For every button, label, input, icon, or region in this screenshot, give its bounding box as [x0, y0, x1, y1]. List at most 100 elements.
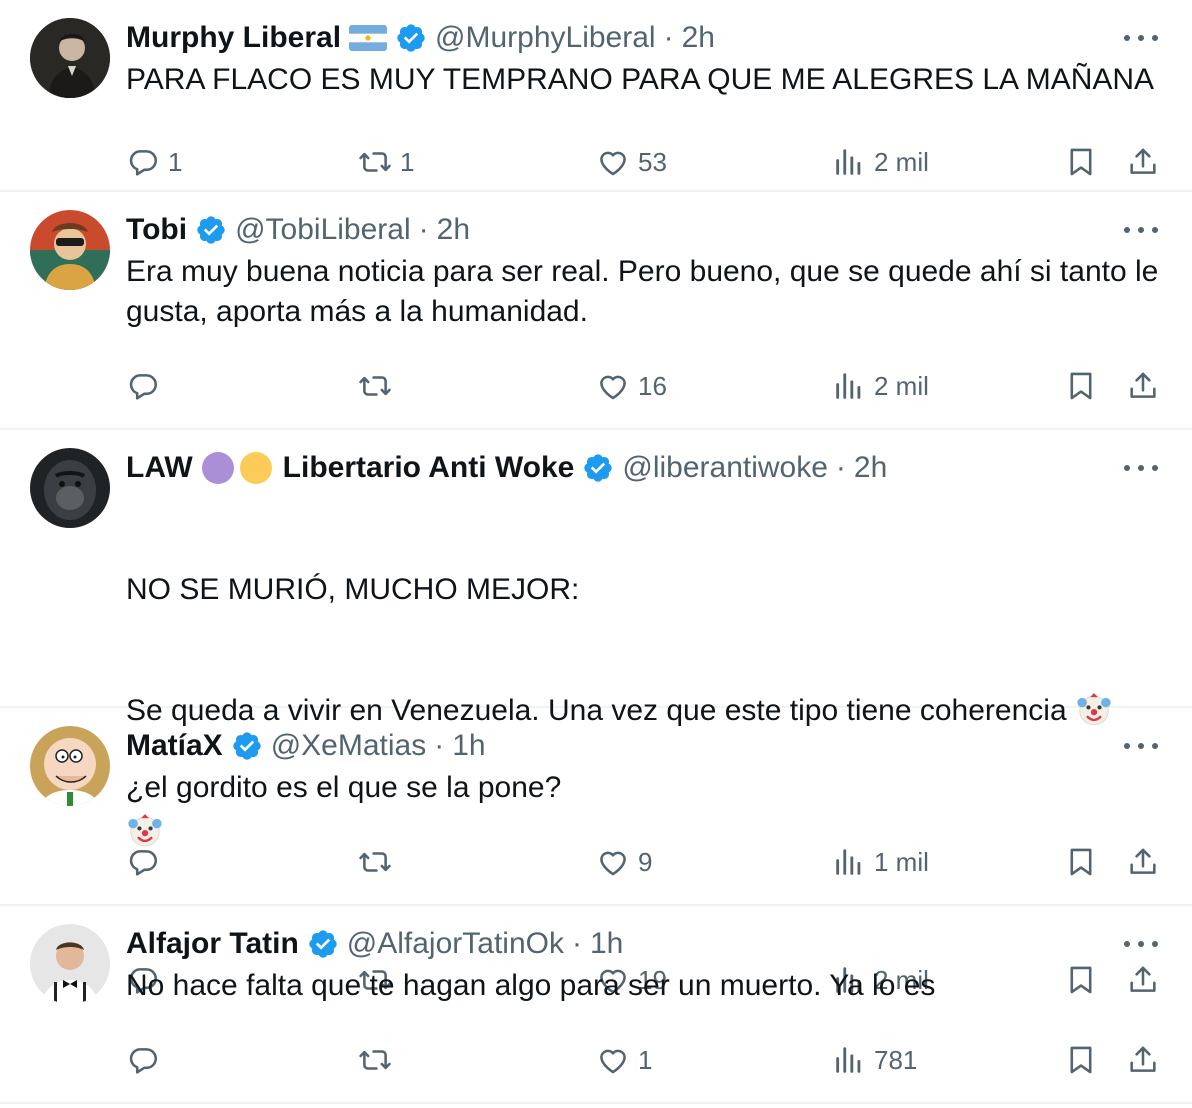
bookmark-button[interactable]	[1064, 1030, 1098, 1090]
bookmark-icon	[1064, 845, 1098, 879]
tweet[interactable]: Tobi @TobiLiberal · 2h Era muy buena not…	[0, 192, 1192, 430]
retweet-icon	[358, 845, 392, 879]
retweet-icon	[358, 145, 392, 179]
views-button[interactable]: 2 mil	[832, 356, 929, 416]
reply-icon	[126, 845, 160, 879]
timestamp[interactable]: 2h	[682, 21, 715, 55]
views-button[interactable]: 781	[832, 1030, 917, 1090]
reply-button[interactable]	[126, 1030, 168, 1090]
reply-icon	[126, 145, 160, 179]
avatar[interactable]	[30, 924, 110, 1004]
bookmark-icon	[1064, 145, 1098, 179]
yellow-circle-icon	[239, 451, 273, 485]
retweet-icon	[358, 369, 392, 403]
verified-badge-icon[interactable]	[307, 928, 339, 960]
retweet-icon	[358, 1043, 392, 1077]
more-options-button[interactable]	[1124, 934, 1158, 954]
like-button[interactable]: 9	[596, 832, 652, 892]
tweet[interactable]: Alfajor Tatin @AlfajorTatinOk · 1h No ha…	[0, 906, 1192, 1104]
tweet[interactable]: Murphy Liberal @MurphyLiberal · 2h PARA …	[0, 0, 1192, 192]
views-button[interactable]: 1 mil	[832, 832, 929, 892]
share-button[interactable]	[1126, 132, 1160, 192]
flag-argentina-icon	[349, 25, 388, 51]
separator: ·	[835, 451, 846, 484]
author-handle[interactable]: @XeMatias	[271, 729, 427, 763]
reply-icon	[126, 369, 160, 403]
author-name[interactable]: Tobi	[126, 213, 187, 247]
timestamp[interactable]: 2h	[854, 451, 887, 485]
bookmark-button[interactable]	[1064, 832, 1098, 892]
author-handle[interactable]: @liberantiwoke	[622, 451, 828, 485]
avatar[interactable]	[30, 18, 110, 98]
more-options-button[interactable]	[1124, 220, 1158, 240]
reply-button[interactable]	[126, 832, 168, 892]
separator: ·	[663, 21, 674, 54]
tweet-text: ¿el gordito es el que se la pone?	[126, 771, 562, 804]
author-name-suffix[interactable]: Libertario Anti Woke	[283, 451, 575, 485]
like-button[interactable]: 16	[596, 356, 667, 416]
author-name[interactable]: Murphy Liberal	[126, 21, 341, 55]
tweet-text: PARA FLACO ES MUY TEMPRANO PARA QUE ME A…	[126, 63, 1155, 96]
more-options-button[interactable]	[1124, 736, 1158, 756]
share-button[interactable]	[1126, 1030, 1160, 1090]
more-options-button[interactable]	[1124, 458, 1158, 478]
views-icon	[832, 1043, 866, 1077]
separator: ·	[418, 213, 429, 246]
views-icon	[832, 145, 866, 179]
like-button[interactable]: 1	[596, 1030, 652, 1090]
retweet-count: 1	[400, 146, 415, 177]
timestamp[interactable]: 1h	[590, 927, 623, 961]
share-button[interactable]	[1126, 356, 1160, 416]
author-name[interactable]: MatíaX	[126, 729, 223, 763]
like-count: 16	[638, 370, 667, 401]
tweet-actions: 1 781	[126, 1030, 1162, 1090]
views-button[interactable]: 2 mil	[832, 132, 929, 192]
more-options-button[interactable]	[1124, 28, 1158, 48]
avatar[interactable]	[30, 210, 110, 290]
verified-badge-icon[interactable]	[582, 452, 614, 484]
author-handle[interactable]: @TobiLiberal	[235, 213, 411, 247]
author-handle[interactable]: @MurphyLiberal	[435, 21, 656, 55]
tweet-actions: 16 2 mil	[126, 356, 1162, 416]
tweet[interactable]: LAW Libertario Anti Woke @liberantiwoke …	[0, 430, 1192, 995]
like-button[interactable]: 53	[596, 132, 667, 192]
avatar[interactable]	[30, 448, 110, 528]
share-icon	[1126, 369, 1160, 403]
tweet-text: Era muy buena noticia para ser real. Per…	[126, 255, 1167, 328]
avatar[interactable]	[30, 726, 110, 806]
author-name-prefix[interactable]: LAW	[126, 451, 193, 485]
like-count: 1	[638, 1044, 653, 1075]
retweet-button[interactable]	[358, 1030, 400, 1090]
view-count: 2 mil	[874, 370, 929, 401]
author-name[interactable]: Alfajor Tatin	[126, 927, 299, 961]
bookmark-button[interactable]	[1064, 356, 1098, 416]
share-icon	[1126, 1043, 1160, 1077]
reply-icon	[126, 1043, 160, 1077]
bookmark-button[interactable]	[1064, 132, 1098, 192]
share-icon	[1126, 145, 1160, 179]
verified-badge-icon[interactable]	[195, 214, 227, 246]
verified-badge-icon[interactable]	[395, 22, 427, 54]
like-count: 9	[638, 846, 653, 877]
retweet-button[interactable]: 1	[358, 132, 414, 192]
author-handle[interactable]: @AlfajorTatinOk	[347, 927, 564, 961]
verified-badge-icon[interactable]	[231, 730, 263, 762]
bookmark-icon	[1064, 369, 1098, 403]
timestamp[interactable]: 2h	[437, 213, 470, 247]
share-button[interactable]	[1126, 832, 1160, 892]
tweet[interactable]: MatíaX @XeMatias · 1h ¿el gordito es el …	[0, 708, 1192, 906]
retweet-button[interactable]	[358, 832, 400, 892]
separator: ·	[571, 927, 582, 960]
separator: ·	[434, 729, 445, 762]
timestamp[interactable]: 1h	[452, 729, 485, 763]
purple-circle-icon	[201, 451, 235, 485]
reply-button[interactable]: 1	[126, 132, 182, 192]
tweet-text: No hace falta que te hagan algo para ser…	[126, 969, 936, 1002]
retweet-button[interactable]	[358, 356, 400, 416]
reply-button[interactable]	[126, 356, 168, 416]
view-count: 781	[874, 1044, 918, 1075]
view-count: 1 mil	[874, 846, 929, 877]
views-icon	[832, 845, 866, 879]
heart-icon	[596, 369, 630, 403]
tweet-text-line: NO SE MURIÓ, MUCHO MEJOR:	[126, 573, 580, 606]
